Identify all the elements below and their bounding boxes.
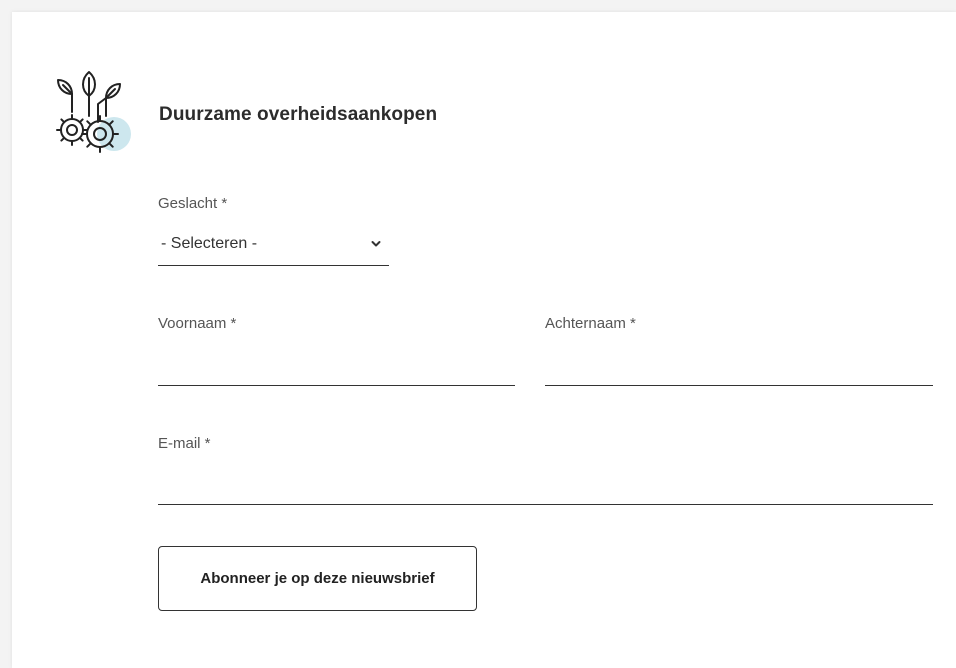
plants-with-gears-icon [56, 71, 131, 153]
email-input[interactable] [158, 477, 933, 505]
gender-select-value: - Selecteren - [161, 235, 258, 252]
chevron-down-icon [371, 241, 381, 247]
newsletter-title: Duurzame overheidsaankopen [159, 104, 438, 125]
last-name-input[interactable] [545, 358, 933, 386]
newsletter-card: Duurzame overheidsaankopen Geslacht * - … [12, 12, 956, 668]
subscribe-button[interactable]: Abonneer je op deze nieuwsbrief [158, 546, 477, 611]
gender-label: Geslacht * [158, 195, 228, 212]
gender-select[interactable]: - Selecteren - [158, 234, 389, 266]
first-name-label: Voornaam * [158, 315, 237, 332]
first-name-input[interactable] [158, 358, 515, 386]
email-label: E-mail * [158, 435, 211, 452]
last-name-label: Achternaam * [545, 315, 636, 332]
